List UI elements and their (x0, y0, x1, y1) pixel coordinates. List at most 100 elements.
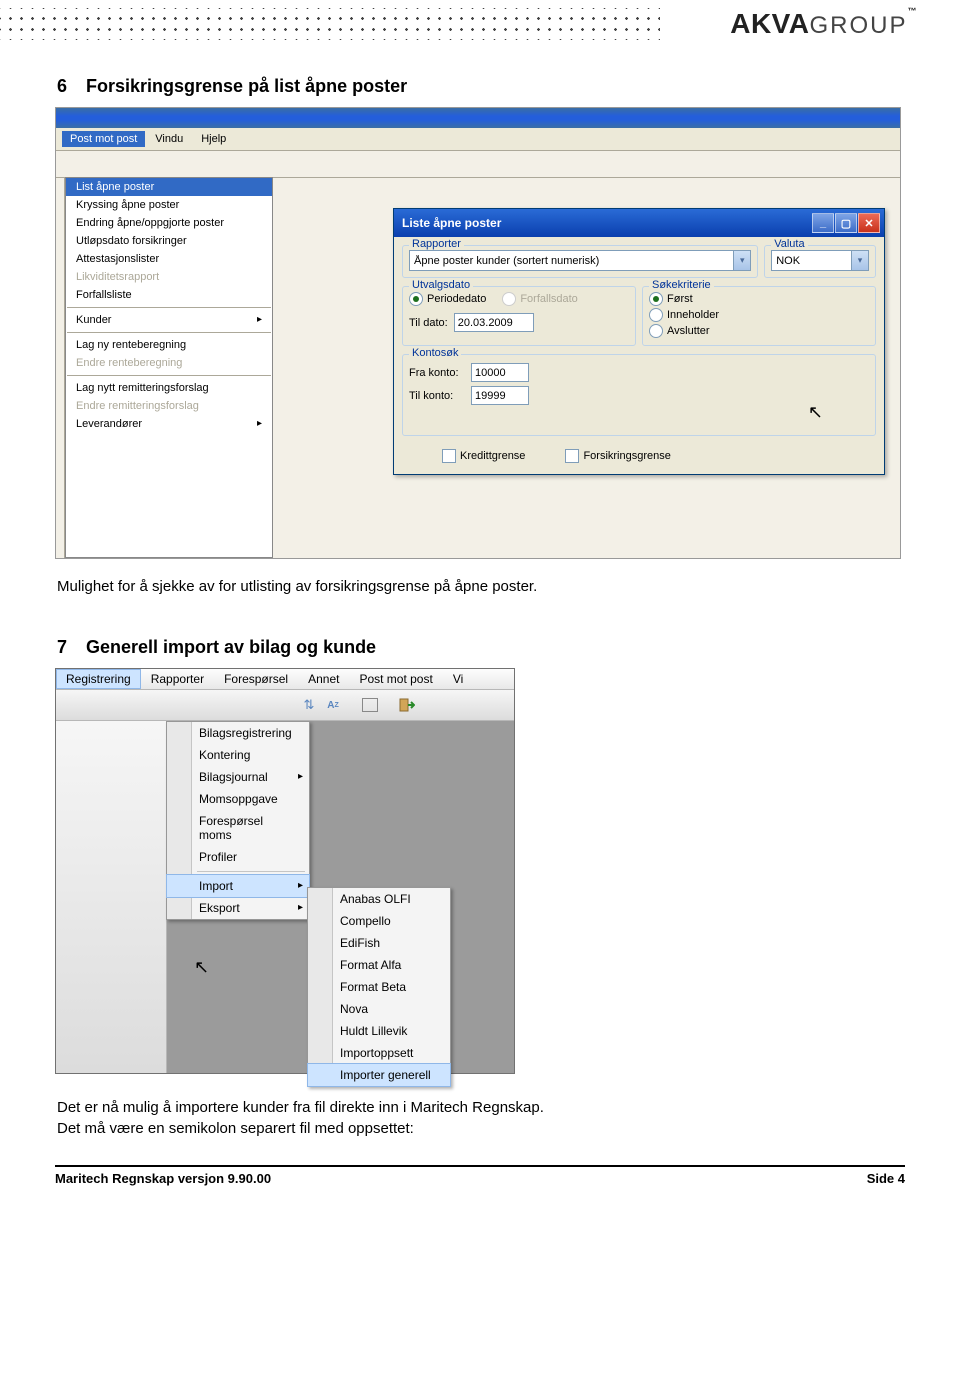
section-6-title: Forsikringsgrense på list åpne poster (86, 76, 407, 96)
sort-icon[interactable]: ⇅ (300, 696, 318, 714)
submenu-huldt[interactable]: Huldt Lillevik (308, 1020, 450, 1042)
screenshot-2: Registrering Rapporter Forespørsel Annet… (55, 668, 515, 1074)
menu-likviditet: Likviditetsrapport (66, 268, 272, 286)
tilkonto-value: 19999 (475, 390, 506, 402)
menu-separator (67, 307, 271, 308)
sidebar (56, 721, 167, 1073)
group-valuta-label: Valuta (771, 238, 807, 250)
submenu-format-beta[interactable]: Format Beta (308, 976, 450, 998)
group-sokekriterie-label: Søkekriterie (649, 279, 714, 291)
sort-az-icon[interactable]: AZ (324, 696, 342, 714)
minimize-icon[interactable]: _ (812, 213, 834, 233)
menu-foresporsel[interactable]: Forespørsel (214, 669, 298, 689)
section-7-title: Generell import av bilag og kunde (86, 637, 376, 657)
dialog-liste-apne-poster: Liste åpne poster _ ▢ ✕ Rapporter (393, 208, 885, 475)
submenu-edifish[interactable]: EdiFish (308, 932, 450, 954)
radio-forst[interactable]: Først (649, 291, 869, 307)
radio-avslutter[interactable]: Avslutter (649, 323, 869, 339)
menu-separator (67, 375, 271, 376)
menu-momsoppgave[interactable]: Momsoppgave (167, 788, 309, 810)
label-tildato: Til dato: (409, 317, 448, 329)
toolbar (56, 151, 900, 178)
radio-inneholder[interactable]: Inneholder (649, 307, 869, 323)
menu-rapporter[interactable]: Rapporter (141, 669, 214, 689)
menu-post-mot-post[interactable]: Post mot post (349, 669, 442, 689)
menu-foresporsel-moms[interactable]: Forespørsel moms (167, 810, 309, 846)
cursor-icon: ↖ (808, 402, 823, 423)
menu-forfallsliste[interactable]: Forfallsliste (66, 286, 272, 304)
menu-eksport[interactable]: Eksport (167, 897, 309, 919)
submenu-anabas[interactable]: Anabas OLFI (308, 888, 450, 910)
radio-periodedato[interactable]: Periodedato (409, 291, 486, 307)
menu-vindu[interactable]: Vindu (147, 131, 191, 147)
submenu-compello[interactable]: Compello (308, 910, 450, 932)
menubar: Registrering Rapporter Forespørsel Annet… (56, 669, 514, 690)
valuta-select[interactable]: NOK (771, 250, 869, 271)
radio-inneholder-label: Inneholder (667, 309, 719, 321)
group-kontosok-label: Kontosøk (409, 347, 461, 359)
group-utvalg-label: Utvalgsdato (409, 279, 473, 291)
menu-endre-remit: Endre remitteringsforslag (66, 397, 272, 415)
tildato-value: 20.03.2009 (458, 317, 513, 329)
menu-kunder[interactable]: Kunder (66, 311, 272, 329)
section-6-body: Mulighet for å sjekke av for utlisting a… (57, 577, 905, 597)
dialog-titlebar[interactable]: Liste åpne poster _ ▢ ✕ (394, 209, 884, 237)
radio-forfallsdato: Forfallsdato (502, 291, 577, 307)
input-tilkonto[interactable]: 19999 (471, 386, 529, 405)
window-titlebar (56, 108, 900, 128)
dropdown-post-mot-post: List åpne poster Kryssing åpne poster En… (65, 177, 273, 558)
footer: Maritech Regnskap versjon 9.90.00 Side 4 (55, 1171, 905, 1186)
menu-annet[interactable]: Annet (298, 669, 349, 689)
exit-icon[interactable] (398, 696, 416, 714)
menu-bilagsregistrering[interactable]: Bilagsregistrering (167, 722, 309, 744)
chevron-down-icon[interactable] (733, 251, 750, 270)
menu-attestasjon[interactable]: Attestasjonslister (66, 250, 272, 268)
close-icon[interactable]: ✕ (858, 213, 880, 233)
dialog-title: Liste åpne poster (402, 216, 501, 230)
radio-forst-label: Først (667, 293, 693, 305)
footer-rule (55, 1165, 905, 1167)
menu-list-apne-poster[interactable]: List åpne poster (66, 178, 272, 196)
menu-profiler[interactable]: Profiler (167, 846, 309, 868)
menubar: Post mot post Vindu Hjelp (56, 128, 900, 151)
window-icon[interactable] (362, 698, 378, 712)
radio-forfallsdato-label: Forfallsdato (520, 293, 577, 305)
menu-leverandorer[interactable]: Leverandører (66, 415, 272, 433)
submenu-nova[interactable]: Nova (308, 998, 450, 1020)
menu-hjelp[interactable]: Hjelp (193, 131, 234, 147)
footer-right: Side 4 (867, 1171, 905, 1186)
checkbox-forsikring-label: Forsikringsgrense (583, 450, 670, 462)
menu-lag-rente[interactable]: Lag ny renteberegning (66, 336, 272, 354)
menu-vi-truncated[interactable]: Vi (443, 669, 473, 689)
section-7-num: 7 (57, 637, 81, 658)
toolbar: ⇅ AZ (56, 690, 514, 721)
section-7-body2: Det må være en semikolon separert fil me… (57, 1120, 414, 1137)
input-frakonto[interactable]: 10000 (471, 363, 529, 382)
menu-post-mot-post[interactable]: Post mot post (62, 131, 145, 147)
checkbox-kreditt-label: Kredittgrense (460, 450, 525, 462)
section-7-heading: 7 Generell import av bilag og kunde (57, 637, 905, 658)
menu-bilagsjournal[interactable]: Bilagsjournal (167, 766, 309, 788)
menu-lag-remit[interactable]: Lag nytt remitteringsforslag (66, 379, 272, 397)
menu-kontering[interactable]: Kontering (167, 744, 309, 766)
menu-utlopsdato[interactable]: Utløpsdato forsikringer (66, 232, 272, 250)
checkbox-kredittgrense[interactable]: Kredittgrense (442, 448, 525, 464)
submenu-format-alfa[interactable]: Format Alfa (308, 954, 450, 976)
submenu-importoppsett[interactable]: Importoppsett (308, 1042, 450, 1064)
section-6-num: 6 (57, 76, 81, 97)
submenu-import: Anabas OLFI Compello EdiFish Format Alfa… (307, 887, 451, 1087)
menu-kryssing[interactable]: Kryssing åpne poster (66, 196, 272, 214)
dropdown-registrering: Bilagsregistrering Kontering Bilagsjourn… (166, 721, 310, 920)
brand-logo: AKVAGROUP™ (730, 8, 917, 40)
menu-registrering[interactable]: Registrering (56, 669, 141, 689)
submenu-importer-generell[interactable]: Importer generell (307, 1063, 451, 1087)
menu-import[interactable]: Import (166, 874, 310, 898)
chevron-down-icon[interactable] (851, 251, 868, 270)
rapporter-select[interactable]: Åpne poster kunder (sortert numerisk) (409, 250, 751, 271)
brand-thin: GROUP (809, 12, 907, 39)
input-tildato[interactable]: 20.03.2009 (454, 313, 534, 332)
brand-bold: AKVA (730, 8, 809, 39)
checkbox-forsikringsgrense[interactable]: Forsikringsgrense (565, 448, 670, 464)
menu-endring[interactable]: Endring åpne/oppgjorte poster (66, 214, 272, 232)
maximize-icon[interactable]: ▢ (835, 213, 857, 233)
